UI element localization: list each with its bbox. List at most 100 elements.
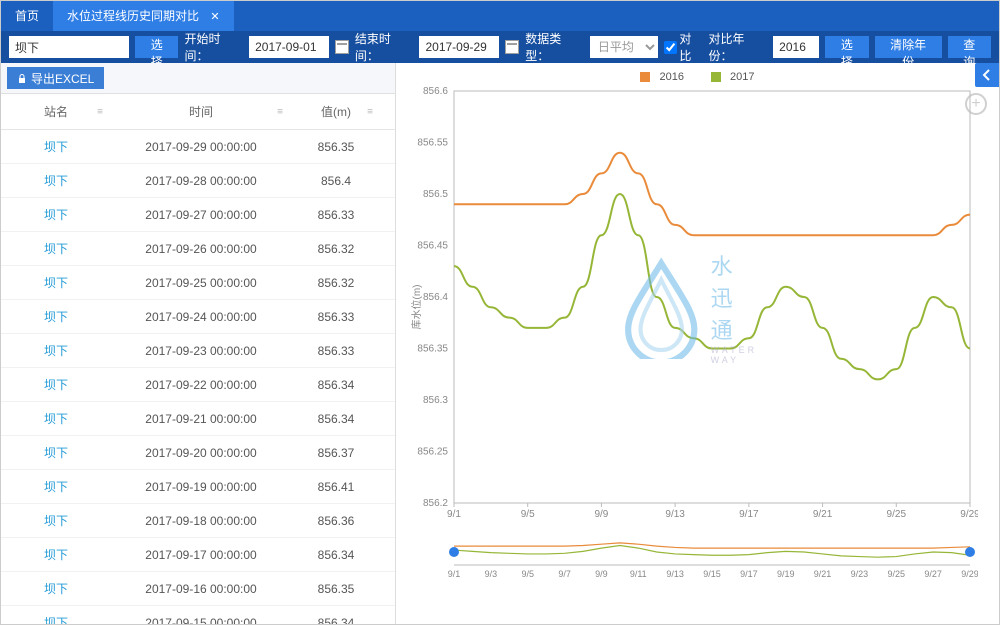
cell-time: 2017-09-20 00:00:00 bbox=[111, 446, 291, 460]
svg-text:856.35: 856.35 bbox=[417, 344, 448, 355]
table-row[interactable]: 坝下2017-09-26 00:00:00856.32 bbox=[1, 232, 395, 266]
cell-name[interactable]: 坝下 bbox=[1, 274, 111, 291]
legend-swatch bbox=[640, 72, 650, 82]
cell-value: 856.34 bbox=[291, 378, 381, 392]
compare-checkbox-label[interactable]: 对比 bbox=[664, 30, 702, 64]
filter-icon[interactable]: ≡ bbox=[277, 106, 283, 117]
cell-name[interactable]: 坝下 bbox=[1, 240, 111, 257]
svg-text:库水位(m): 库水位(m) bbox=[410, 285, 423, 330]
table-row[interactable]: 坝下2017-09-22 00:00:00856.34 bbox=[1, 368, 395, 402]
chart-range-slider[interactable]: 9/19/39/59/79/99/119/139/159/179/199/219… bbox=[408, 533, 978, 579]
table-row[interactable]: 坝下2017-09-28 00:00:00856.4 bbox=[1, 164, 395, 198]
table-row[interactable]: 坝下2017-09-20 00:00:00856.37 bbox=[1, 436, 395, 470]
table-row[interactable]: 坝下2017-09-25 00:00:00856.32 bbox=[1, 266, 395, 300]
svg-text:9/29: 9/29 bbox=[960, 509, 978, 520]
collapse-right-button[interactable] bbox=[975, 63, 999, 87]
table-row[interactable]: 坝下2017-09-16 00:00:00856.35 bbox=[1, 572, 395, 606]
calendar-icon[interactable] bbox=[335, 40, 349, 54]
cell-time: 2017-09-24 00:00:00 bbox=[111, 310, 291, 324]
end-date-input[interactable] bbox=[419, 36, 499, 58]
svg-text:856.3: 856.3 bbox=[423, 395, 448, 406]
cell-value: 856.33 bbox=[291, 208, 381, 222]
cell-name[interactable]: 坝下 bbox=[1, 614, 111, 624]
cell-value: 856.33 bbox=[291, 344, 381, 358]
right-panel: 2016 2017 + 水 迅 通 WATER WAY 856.2856.258… bbox=[396, 63, 999, 624]
cell-value: 856.34 bbox=[291, 412, 381, 426]
cell-time: 2017-09-22 00:00:00 bbox=[111, 378, 291, 392]
svg-text:856.4: 856.4 bbox=[423, 292, 448, 303]
table-row[interactable]: 坝下2017-09-29 00:00:00856.35 bbox=[1, 130, 395, 164]
table-row[interactable]: 坝下2017-09-27 00:00:00856.33 bbox=[1, 198, 395, 232]
tab-bar: 首页 水位过程线历史同期对比 ✕ bbox=[1, 1, 999, 31]
svg-text:856.45: 856.45 bbox=[417, 241, 448, 252]
cell-name[interactable]: 坝下 bbox=[1, 138, 111, 155]
station-input[interactable] bbox=[9, 36, 129, 58]
cell-time: 2017-09-19 00:00:00 bbox=[111, 480, 291, 494]
th-time[interactable]: 时间≡ bbox=[111, 103, 291, 120]
cell-name[interactable]: 坝下 bbox=[1, 342, 111, 359]
filter-icon[interactable]: ≡ bbox=[367, 106, 373, 117]
legend-item-2017[interactable]: 2017 bbox=[705, 71, 760, 83]
cell-name[interactable]: 坝下 bbox=[1, 512, 111, 529]
main-chart[interactable]: 水 迅 通 WATER WAY 856.2856.25856.3856.3585… bbox=[408, 87, 978, 527]
tab-home[interactable]: 首页 bbox=[1, 1, 53, 31]
select-station-button[interactable]: 选择 bbox=[135, 36, 178, 58]
svg-text:9/13: 9/13 bbox=[665, 509, 685, 520]
table-row[interactable]: 坝下2017-09-18 00:00:00856.36 bbox=[1, 504, 395, 538]
cell-value: 856.37 bbox=[291, 446, 381, 460]
cell-time: 2017-09-29 00:00:00 bbox=[111, 140, 291, 154]
clear-year-button[interactable]: 清除年份 bbox=[875, 36, 942, 58]
svg-text:9/5: 9/5 bbox=[521, 569, 534, 579]
end-label: 结束时间： bbox=[355, 30, 414, 64]
cell-name[interactable]: 坝下 bbox=[1, 206, 111, 223]
tab-compare[interactable]: 水位过程线历史同期对比 ✕ bbox=[53, 1, 234, 31]
cell-name[interactable]: 坝下 bbox=[1, 410, 111, 427]
cell-name[interactable]: 坝下 bbox=[1, 580, 111, 597]
svg-text:9/9: 9/9 bbox=[594, 509, 608, 520]
table-row[interactable]: 坝下2017-09-21 00:00:00856.34 bbox=[1, 402, 395, 436]
filter-icon[interactable]: ≡ bbox=[97, 106, 103, 117]
svg-text:9/25: 9/25 bbox=[887, 509, 907, 520]
cell-name[interactable]: 坝下 bbox=[1, 478, 111, 495]
query-button[interactable]: 查询 bbox=[948, 36, 991, 58]
table-row[interactable]: 坝下2017-09-24 00:00:00856.33 bbox=[1, 300, 395, 334]
close-icon[interactable]: ✕ bbox=[210, 11, 219, 23]
cell-time: 2017-09-25 00:00:00 bbox=[111, 276, 291, 290]
table-row[interactable]: 坝下2017-09-15 00:00:00856.34 bbox=[1, 606, 395, 624]
start-date-input[interactable] bbox=[249, 36, 329, 58]
svg-text:9/1: 9/1 bbox=[447, 509, 461, 520]
content: 导出EXCEL 站名≡ 时间≡ 值(m)≡ 坝下2017-09-29 00:00… bbox=[1, 63, 999, 624]
cell-value: 856.4 bbox=[291, 174, 381, 188]
select-year-button[interactable]: 选择 bbox=[825, 36, 868, 58]
compare-checkbox[interactable] bbox=[664, 41, 677, 54]
calendar-icon[interactable] bbox=[505, 40, 519, 54]
svg-text:9/13: 9/13 bbox=[666, 569, 684, 579]
svg-text:856.5: 856.5 bbox=[423, 189, 448, 200]
table-body[interactable]: 坝下2017-09-29 00:00:00856.35坝下2017-09-28 … bbox=[1, 130, 395, 624]
svg-text:9/23: 9/23 bbox=[851, 569, 869, 579]
svg-text:9/17: 9/17 bbox=[740, 569, 758, 579]
cell-value: 856.35 bbox=[291, 582, 381, 596]
table-row[interactable]: 坝下2017-09-19 00:00:00856.41 bbox=[1, 470, 395, 504]
compare-year-input[interactable] bbox=[773, 36, 819, 58]
chart-legend: 2016 2017 bbox=[404, 71, 991, 83]
table-row[interactable]: 坝下2017-09-17 00:00:00856.34 bbox=[1, 538, 395, 572]
export-excel-button[interactable]: 导出EXCEL bbox=[7, 67, 104, 89]
tab-label: 水位过程线历史同期对比 bbox=[67, 9, 199, 23]
cell-name[interactable]: 坝下 bbox=[1, 172, 111, 189]
legend-item-2016[interactable]: 2016 bbox=[634, 71, 689, 83]
data-type-select[interactable]: 日平均 bbox=[590, 36, 659, 58]
data-type-label: 数据类型： bbox=[525, 30, 584, 64]
cell-name[interactable]: 坝下 bbox=[1, 546, 111, 563]
cell-name[interactable]: 坝下 bbox=[1, 444, 111, 461]
cell-name[interactable]: 坝下 bbox=[1, 308, 111, 325]
legend-swatch bbox=[711, 72, 721, 82]
table-row[interactable]: 坝下2017-09-23 00:00:00856.33 bbox=[1, 334, 395, 368]
cell-name[interactable]: 坝下 bbox=[1, 376, 111, 393]
th-name[interactable]: 站名≡ bbox=[1, 103, 111, 120]
svg-text:9/5: 9/5 bbox=[521, 509, 535, 520]
cell-value: 856.35 bbox=[291, 140, 381, 154]
svg-text:9/21: 9/21 bbox=[813, 509, 833, 520]
th-value[interactable]: 值(m)≡ bbox=[291, 103, 381, 120]
toolbar: 选择 开始时间： 结束时间： 数据类型： 日平均 对比 对比年份： 选择 清除年… bbox=[1, 31, 999, 63]
